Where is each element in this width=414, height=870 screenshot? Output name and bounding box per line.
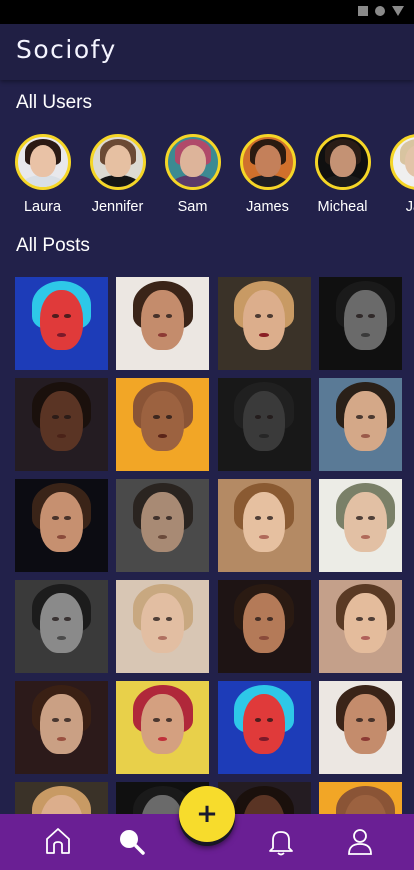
user-name: Laura	[23, 199, 62, 215]
post-thumbnail[interactable]	[217, 479, 311, 572]
post-thumbnail[interactable]	[116, 378, 210, 471]
user-item[interactable]: Jennifer	[80, 134, 155, 215]
post-thumbnail[interactable]	[217, 681, 311, 774]
post-thumbnail[interactable]	[318, 782, 402, 817]
user-name: Micheal	[317, 199, 368, 215]
post-thumbnail[interactable]	[318, 378, 402, 471]
user-name: Sam	[177, 199, 208, 215]
plus-icon: +	[196, 799, 218, 829]
triangle-icon	[392, 6, 404, 16]
user-avatar[interactable]	[164, 134, 221, 190]
user-name: James	[246, 199, 289, 215]
user-avatar[interactable]	[89, 134, 146, 190]
post-thumbnail[interactable]	[318, 681, 402, 774]
post-thumbnail[interactable]	[116, 681, 210, 774]
user-name: Jennifer	[91, 199, 144, 215]
post-thumbnail[interactable]	[15, 580, 108, 673]
post-thumbnail[interactable]	[318, 277, 402, 370]
posts-grid	[15, 277, 402, 817]
circle-icon	[375, 6, 385, 16]
status-bar	[0, 0, 414, 24]
post-thumbnail[interactable]	[15, 782, 108, 817]
bell-icon[interactable]	[266, 826, 296, 856]
post-thumbnail[interactable]	[15, 378, 108, 471]
post-thumbnail[interactable]	[318, 479, 402, 572]
post-thumbnail[interactable]	[217, 580, 311, 673]
all-posts-heading: All Posts	[16, 235, 90, 256]
post-thumbnail[interactable]	[116, 580, 210, 673]
post-thumbnail[interactable]	[217, 277, 311, 370]
post-thumbnail[interactable]	[116, 479, 210, 572]
user-avatar[interactable]	[14, 134, 71, 190]
user-item[interactable]: Jan	[380, 134, 414, 215]
user-avatar[interactable]	[239, 134, 296, 190]
user-item[interactable]: Micheal	[305, 134, 380, 215]
square-icon	[358, 6, 368, 16]
search-icon[interactable]	[116, 826, 146, 856]
all-users-heading: All Users	[16, 92, 93, 113]
users-carousel[interactable]: Laura Jennifer Sam James Micheal Jan	[0, 134, 414, 224]
profile-icon[interactable]	[345, 826, 375, 856]
post-thumbnail[interactable]	[318, 580, 402, 673]
post-thumbnail[interactable]	[217, 378, 311, 471]
post-thumbnail[interactable]	[116, 277, 210, 370]
home-icon[interactable]	[43, 826, 73, 856]
user-avatar[interactable]	[389, 134, 414, 190]
add-post-button[interactable]: +	[179, 786, 235, 842]
user-item[interactable]: Laura	[5, 134, 80, 215]
post-thumbnail[interactable]	[15, 479, 108, 572]
user-name: Jan	[405, 199, 414, 215]
app-title: Sociofy	[16, 35, 117, 64]
post-thumbnail[interactable]	[15, 681, 108, 774]
post-thumbnail[interactable]	[15, 277, 108, 370]
user-item[interactable]: James	[230, 134, 305, 215]
app-bar: Sociofy	[0, 24, 414, 80]
status-icons	[358, 6, 404, 16]
user-item[interactable]: Sam	[155, 134, 230, 215]
user-avatar[interactable]	[314, 134, 371, 190]
